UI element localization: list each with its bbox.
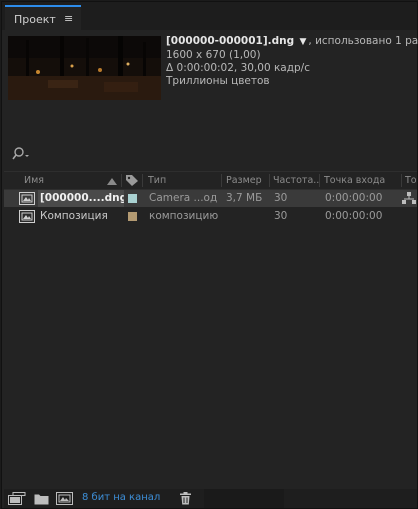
row-type: Camera ...од [149,192,218,204]
table-row[interactable]: [000000....dng Camera ...од 3,7 МБ 30 0:… [4,190,417,207]
bit-depth-button[interactable]: 8 бит на канал [82,492,160,503]
column-type[interactable]: Тип [148,172,218,189]
row-name[interactable]: Композиция [40,208,124,225]
preview-info: [000000-000001].dng ▼, использовано 1 ра… [166,35,418,88]
trash-icon[interactable] [179,492,192,508]
preview-dimensions: 1600 x 670 (1,00) [166,49,261,61]
preview-usage: , использовано 1 раз [308,35,418,47]
composition-icon [19,210,35,226]
row-size [226,208,268,225]
row-type: композицию [149,210,219,222]
label-color-swatch[interactable] [128,194,137,203]
column-size[interactable]: Размер [226,172,270,189]
preview-filename: [000000-000001].dng [166,35,295,47]
preview-thumbnail [8,36,161,100]
footage-file-icon [19,192,35,208]
hierarchy-icon[interactable] [402,192,416,208]
new-composition-icon[interactable] [56,492,74,508]
column-extra[interactable]: То [405,172,417,189]
tab-label: Проект [14,13,56,26]
panel-menu-icon[interactable]: ≡ [64,12,73,25]
sort-up-icon[interactable] [107,177,117,188]
column-header: Имя Тип Размер Частота... Точка входа То [4,171,417,190]
row-framerate: 30 [274,192,288,204]
project-panel: Проект ≡ [000000-000001].dng ▼, использо… [1,1,418,509]
dropdown-arrow-icon[interactable]: ▼ [299,37,306,47]
horizontal-scrollbar[interactable] [204,489,284,508]
interpret-footage-icon[interactable] [8,492,26,508]
tab-project[interactable]: Проект ≡ [5,5,81,30]
column-framerate[interactable]: Частота... [273,172,319,189]
preview-color-depth: Триллионы цветов [166,75,270,87]
label-color-swatch[interactable] [128,212,137,221]
new-folder-icon[interactable] [34,492,49,508]
search-icon[interactable] [12,146,37,162]
row-in-point: 0:00:00:00 [325,192,383,204]
preview-duration: Δ 0:00:00:02, 30,00 кадр/с [166,62,310,74]
label-tag-icon[interactable] [125,174,139,190]
row-size: 3,7 МБ [226,192,263,204]
row-in-point: 0:00:00:00 [325,210,383,222]
row-name[interactable]: [000000....dng [38,190,124,207]
tab-bar: Проект ≡ [2,2,417,30]
column-in-point[interactable]: Точка входа [324,172,399,189]
row-framerate: 30 [274,210,288,222]
table-row[interactable]: Композиция композицию 30 0:00:00:00 [4,208,417,225]
column-name[interactable]: Имя [24,172,94,189]
